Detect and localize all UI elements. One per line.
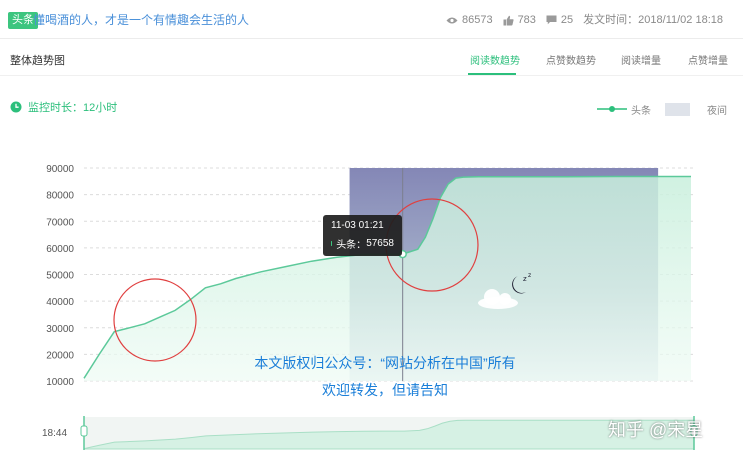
copyright-watermark-line2: 欢迎转发，但请告知 [322, 382, 448, 398]
y-tick-label: 60000 [46, 244, 74, 255]
y-tick-label: 80000 [46, 191, 74, 202]
tooltip-value: 57658 [366, 238, 394, 249]
y-tick-label: 50000 [46, 271, 74, 282]
svg-text:z: z [523, 275, 527, 283]
slider-left-handle[interactable] [80, 425, 88, 437]
copyright-watermark-line1: 本文版权归公众号：“网站分析在中国”所有 [254, 355, 516, 371]
zhihu-brand-watermark: 知乎 @宋星 [608, 420, 704, 440]
y-tick-label: 30000 [46, 324, 74, 335]
y-tick-label: 90000 [46, 164, 74, 175]
y-tick-label: 40000 [46, 297, 74, 308]
y-tick-label: 70000 [46, 217, 74, 228]
time-range-slider[interactable]: 18:44 [42, 416, 698, 450]
tooltip-time: 11-03 01:21 [331, 220, 384, 231]
slider-start-label: 18:44 [42, 428, 67, 439]
chart-tooltip: 11-03 01:21 头条： 57658 [323, 215, 402, 256]
svg-text:z: z [528, 272, 531, 279]
tooltip-series-label: 头条： [336, 240, 367, 251]
